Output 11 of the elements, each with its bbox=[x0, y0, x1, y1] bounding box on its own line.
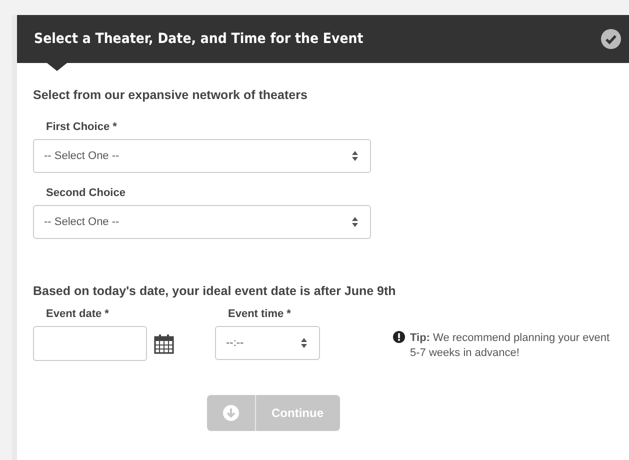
header-title: Select a Theater, Date, and Time for the Event bbox=[34, 31, 364, 47]
theater-select[interactable]: -- Select One -- bbox=[33, 205, 371, 239]
field-label: Event time * bbox=[228, 308, 292, 320]
tip-text: Tip: We recommend planning your event 5-7 weeks in advance! bbox=[410, 331, 611, 361]
section-heading: Select from our expansive network of theaters bbox=[33, 88, 308, 102]
field-label: Event date * bbox=[46, 308, 110, 320]
field-label: Second Choice bbox=[46, 187, 126, 199]
section-heading: Based on today's date, your ideal event date is after June 9th bbox=[33, 284, 397, 298]
time-select[interactable]: --:-- bbox=[215, 326, 320, 360]
field-label: First Choice * bbox=[46, 121, 118, 133]
theater-select[interactable]: -- Select One -- bbox=[33, 139, 371, 173]
